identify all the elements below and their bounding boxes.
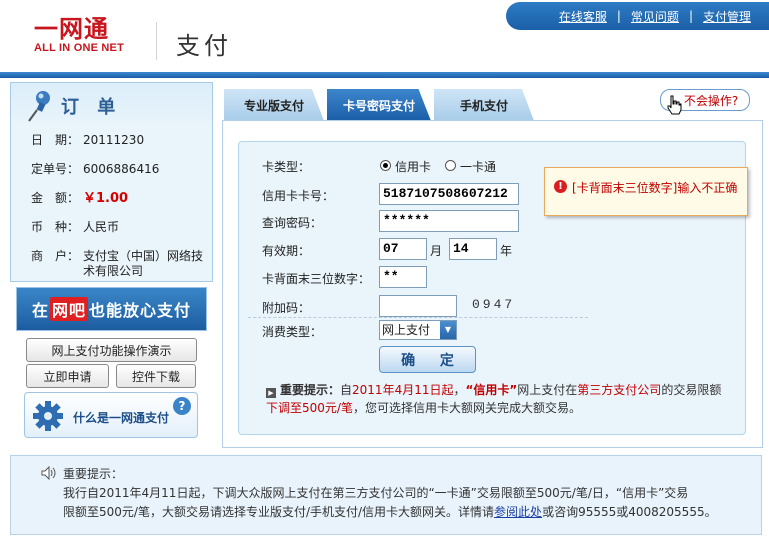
order-title: 订 单	[61, 97, 122, 118]
order-panel: 订 单 日 期： 20111230 定单号： 6006886416 金 额： ￥…	[10, 82, 213, 282]
form-divider	[248, 317, 588, 318]
question-icon: ?	[173, 397, 191, 415]
bottom-notice-title: 重要提示：	[63, 467, 124, 481]
form-notice-lead: 重要提示：	[280, 383, 341, 397]
radio-debit-card[interactable]	[445, 160, 456, 171]
year-unit: 年	[500, 244, 513, 258]
cvv-input[interactable]: **	[379, 266, 427, 288]
header: 一网通 ALL IN ONE NET 支付 在线客服 | 常见问题 | 支付管理	[0, 0, 769, 80]
order-date-label: 日 期：	[31, 133, 80, 147]
form-notice-date: 2011年4月11日起	[352, 383, 454, 397]
expiry-year-input[interactable]: 14	[449, 238, 497, 260]
order-currency-row: 币 种： 人民币	[31, 220, 212, 235]
card-number-label: 信用卡卡号：	[262, 189, 335, 203]
hand-cursor-icon	[667, 95, 682, 115]
order-merchant-label: 商 户：	[31, 249, 80, 263]
form-notice-credit: “信用卡”	[465, 383, 518, 397]
captcha-code[interactable]: 0947	[472, 297, 515, 312]
radio-debit-card-label[interactable]: 一卡通	[460, 158, 496, 175]
control-download-button[interactable]: 控件下载	[116, 364, 196, 388]
card-type-label: 卡类型：	[262, 160, 311, 174]
consume-type-label: 消费类型：	[262, 325, 323, 339]
order-amount-row: 金 额： ￥1.00	[31, 191, 212, 206]
error-message: [卡背面末三位数字]输入不正确	[572, 181, 738, 195]
order-details: 日 期： 20111230 定单号： 6006886416 金 额： ￥1.00…	[11, 127, 212, 279]
error-tooltip: ! [卡背面末三位数字]输入不正确	[544, 167, 748, 216]
form-notice-text: 网上支付在	[517, 383, 578, 397]
logo-cn: 一网通	[34, 15, 109, 43]
logo: 一网通 ALL IN ONE NET	[34, 16, 146, 56]
consume-type-value: 网上支付	[382, 323, 431, 337]
order-date-row: 日 期： 20111230	[31, 133, 212, 148]
chevron-down-icon[interactable]: ▼	[440, 321, 456, 339]
what-is-yiwangtong-button[interactable]: 什么是一网通支付 ?	[24, 392, 198, 438]
arrow-bullet-icon: ▶	[266, 388, 276, 398]
header-bar	[0, 72, 769, 78]
speaker-icon	[41, 466, 56, 480]
month-unit: 月	[430, 244, 443, 258]
form-notice-lowered: 下调至500元/笔	[266, 401, 353, 415]
form-notice-text: ，	[453, 383, 466, 397]
order-merchant-value: 支付宝（中国）网络技术有限公司	[83, 249, 204, 278]
banner-highlight: 网吧	[49, 297, 88, 321]
extra-code-input[interactable]	[379, 295, 457, 317]
order-date-value: 20111230	[83, 133, 145, 147]
order-header: 订 单	[11, 83, 212, 127]
order-currency-label: 币 种：	[31, 220, 80, 234]
form-notice-text: 的交易限额	[661, 383, 722, 397]
form-notice: ▶ 重要提示：自2011年4月11日起，“信用卡”网上支付在第三方支付公司的交易限…	[266, 381, 736, 417]
internet-cafe-banner[interactable]: 在 网吧 也能放心支付	[16, 287, 207, 331]
banner-prefix: 在	[31, 301, 49, 320]
expiry-label: 有效期：	[262, 244, 311, 258]
radio-credit-card[interactable]	[380, 160, 391, 171]
details-link[interactable]: 参阅此处	[494, 505, 542, 519]
order-merchant-row: 商 户： 支付宝（中国）网络技术有限公司	[31, 249, 212, 279]
tab-professional-payment[interactable]: 专业版支付	[224, 89, 324, 121]
nav-faq[interactable]: 常见问题	[631, 8, 679, 25]
query-password-label: 查询密码：	[262, 216, 323, 230]
form-notice-third-party: 第三方支付公司	[577, 383, 662, 397]
nav-payment-management[interactable]: 支付管理	[703, 8, 751, 25]
query-password-input[interactable]: ******	[379, 210, 519, 232]
banner-suffix: 也能放心支付	[89, 301, 192, 320]
top-nav: 在线客服 | 常见问题 | 支付管理	[506, 2, 769, 30]
tab-mobile-payment[interactable]: 手机支付	[434, 89, 534, 121]
nav-separator: |	[688, 9, 693, 23]
form-notice-text: ，您可选择信用卡大额网关完成大额交易。	[352, 401, 581, 415]
cvv-label: 卡背面末三位数字：	[262, 272, 371, 286]
bottom-notice-line1: 我行自2011年4月11日起，下调大众版网上支付在第三方支付公司的“一卡通”交易…	[63, 486, 689, 500]
radio-credit-card-label[interactable]: 信用卡	[395, 158, 431, 175]
gear-icon	[33, 401, 63, 431]
demo-button[interactable]: 网上支付功能操作演示	[26, 338, 197, 362]
page-title: 支付	[176, 32, 232, 60]
consume-type-select[interactable]: 网上支付 ▼	[379, 320, 457, 340]
nav-separator: |	[616, 9, 621, 23]
form-notice-text: 自	[340, 383, 353, 397]
apply-now-button[interactable]: 立即申请	[26, 364, 109, 388]
card-number-input[interactable]: 5187107508607212	[379, 183, 519, 205]
order-number-label: 定单号：	[31, 162, 80, 176]
nav-online-service[interactable]: 在线客服	[559, 8, 607, 25]
bottom-notice: 重要提示： 我行自2011年4月11日起，下调大众版网上支付在第三方支付公司的“…	[10, 455, 762, 535]
order-currency-value: 人民币	[83, 220, 120, 234]
what-is-label: 什么是一网通支付	[73, 411, 170, 425]
confirm-button[interactable]: 确 定	[379, 346, 476, 373]
bottom-notice-body: 我行自2011年4月11日起，下调大众版网上支付在第三方支付公司的“一卡通”交易…	[63, 484, 743, 522]
tab-card-password-payment[interactable]: 卡号密码支付	[327, 89, 431, 121]
bottom-notice-line2-end: 或咨询95555或4008205555。	[542, 505, 717, 519]
extra-code-label: 附加码：	[262, 301, 311, 315]
order-amount-value: ￥1.00	[83, 191, 129, 206]
error-icon: !	[554, 180, 567, 193]
order-number-row: 定单号： 6006886416	[31, 162, 212, 177]
order-number-value: 6006886416	[83, 162, 160, 176]
logo-en: ALL IN ONE NET	[34, 42, 124, 54]
pushpin-icon	[28, 91, 50, 122]
order-amount-label: 金 额：	[31, 191, 80, 205]
expiry-month-input[interactable]: 07	[379, 238, 427, 260]
bottom-notice-line2: 限额至500元/笔，大额交易请选择专业版支付/手机支付/信用卡大额网关。详情请	[63, 505, 495, 519]
logo-divider	[156, 22, 157, 60]
